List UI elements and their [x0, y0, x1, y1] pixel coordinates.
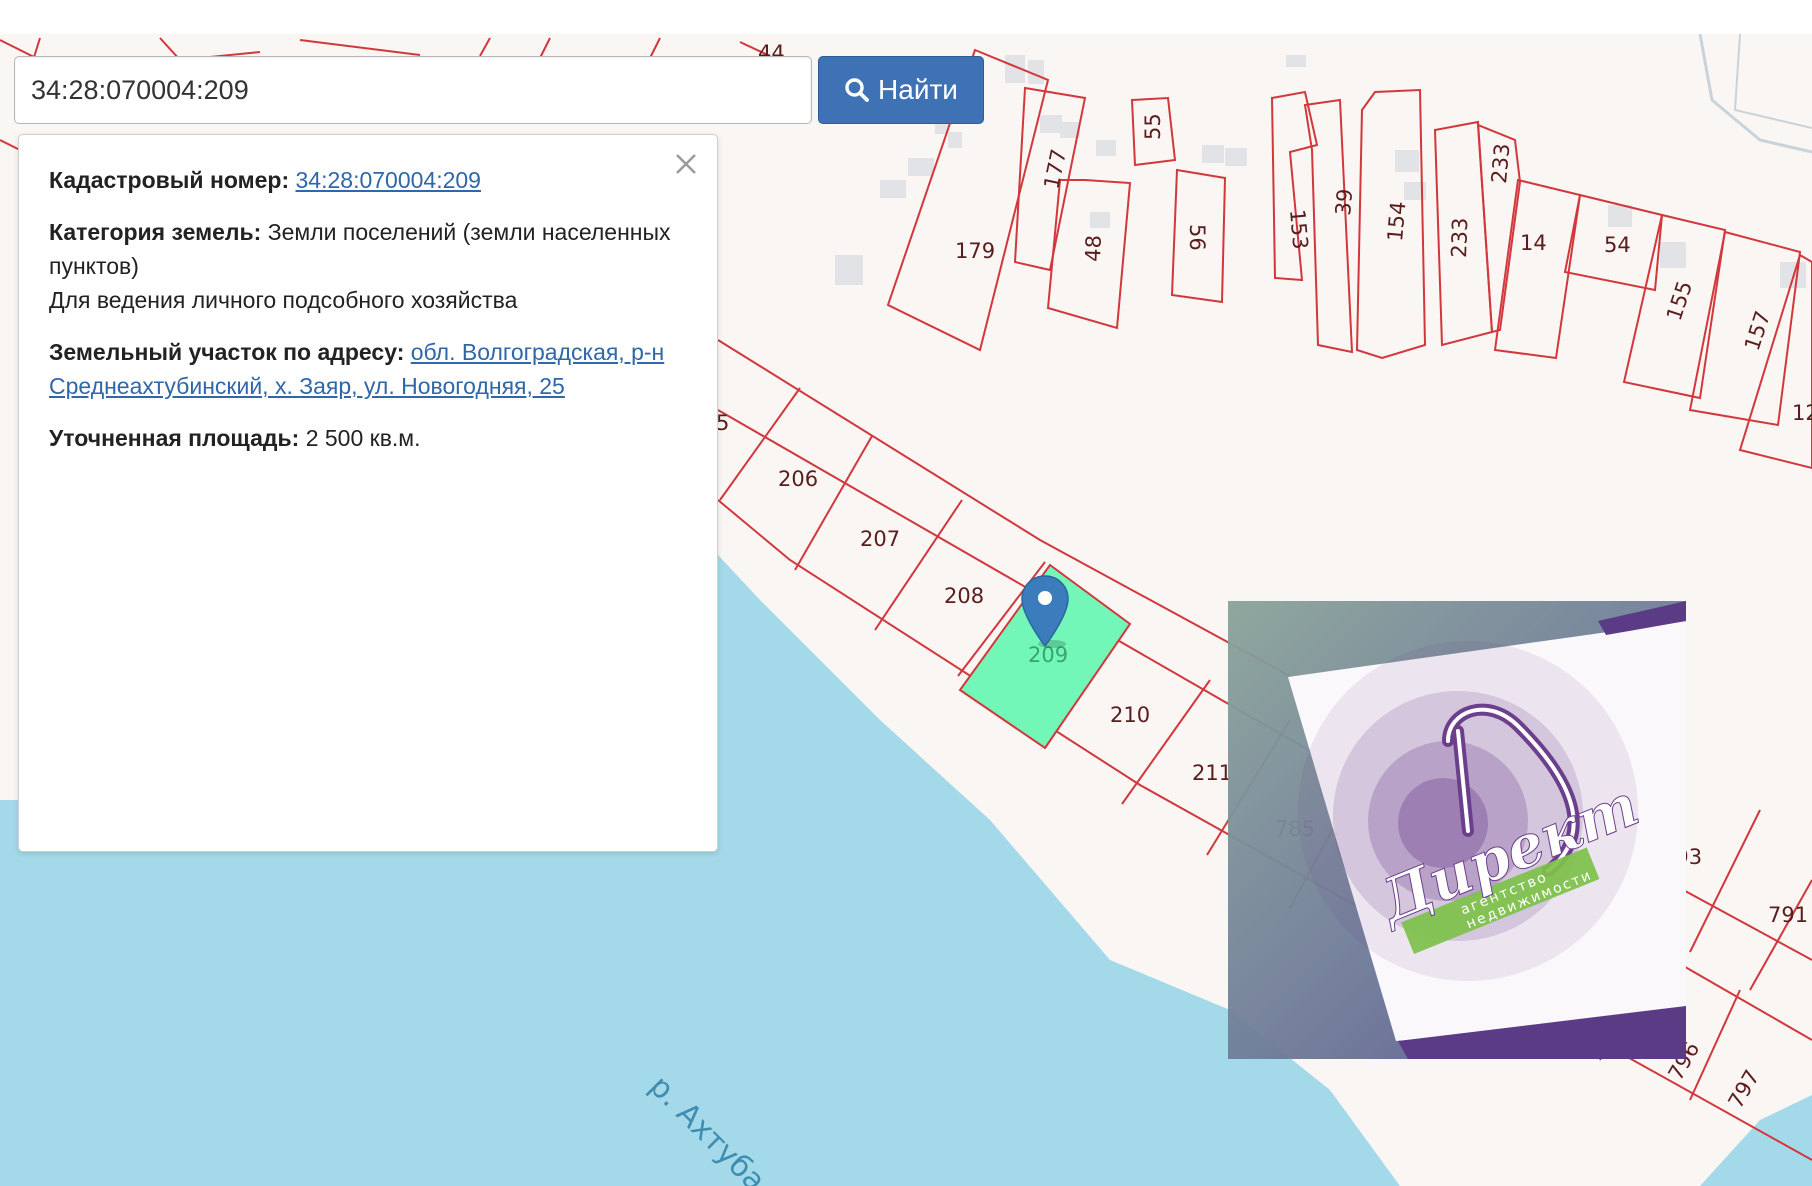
area-label: Уточненная площадь:	[49, 425, 300, 451]
plot-label: 55	[1141, 113, 1165, 140]
plot-label: 207	[860, 527, 900, 551]
plot-label: 155	[1662, 278, 1697, 324]
river-label: р. Ахтуба	[642, 1069, 772, 1186]
cadastral-number-label: Кадастровый номер:	[49, 167, 290, 193]
parcel-info-popup: Кадастровый номер: 34:28:070004:209 Кате…	[18, 134, 718, 852]
plot-label: 5	[716, 411, 729, 435]
plot-label: 157	[1740, 308, 1775, 354]
address-row: Земельный участок по адресу: обл. Волгог…	[49, 335, 687, 403]
plot-label: 153	[1285, 208, 1312, 250]
address-label: Земельный участок по адресу:	[49, 339, 405, 365]
cadastral-number-link[interactable]: 34:28:070004:209	[296, 167, 481, 193]
close-icon[interactable]	[669, 147, 703, 181]
plot-label: 233	[1487, 142, 1514, 184]
plot-label: 206	[778, 467, 818, 491]
map-marker-icon[interactable]	[1020, 574, 1070, 650]
search-icon	[845, 78, 869, 102]
plot-label: 210	[1110, 703, 1150, 727]
plot-label: 179	[955, 239, 995, 263]
area-row: Уточненная площадь: 2 500 кв.м.	[49, 421, 687, 455]
plot-label: 208	[944, 584, 984, 608]
plot-label: 56	[1185, 224, 1209, 251]
search-button-label: Найти	[878, 74, 958, 105]
plot-label: 177	[1039, 147, 1071, 191]
plot-label: 233	[1447, 217, 1472, 258]
cadastral-search-input[interactable]	[14, 56, 812, 124]
land-usage-value: Для ведения личного подсобного хозяйства	[49, 287, 518, 313]
agency-logo-watermark: Директ агентство недвижимости	[1228, 601, 1686, 1059]
search-button[interactable]: Найти	[818, 56, 984, 124]
plot-label: 211	[1192, 761, 1232, 785]
plot-label: 791	[1768, 903, 1808, 927]
area-value: 2 500 кв.м.	[305, 425, 421, 451]
plot-label: 54	[1604, 233, 1631, 257]
cadastral-number-row: Кадастровый номер: 34:28:070004:209	[49, 163, 687, 197]
plot-label: 797	[1724, 1066, 1765, 1113]
plot-label: 154	[1383, 200, 1410, 242]
plot-label: 39	[1331, 188, 1357, 217]
plot-label: 48	[1081, 235, 1106, 263]
land-category-label: Категория земель:	[49, 219, 262, 245]
land-category-row: Категория земель: Земли поселений (земли…	[49, 215, 687, 317]
plot-label: 14	[1520, 231, 1547, 255]
plot-label: 12	[1792, 401, 1812, 425]
